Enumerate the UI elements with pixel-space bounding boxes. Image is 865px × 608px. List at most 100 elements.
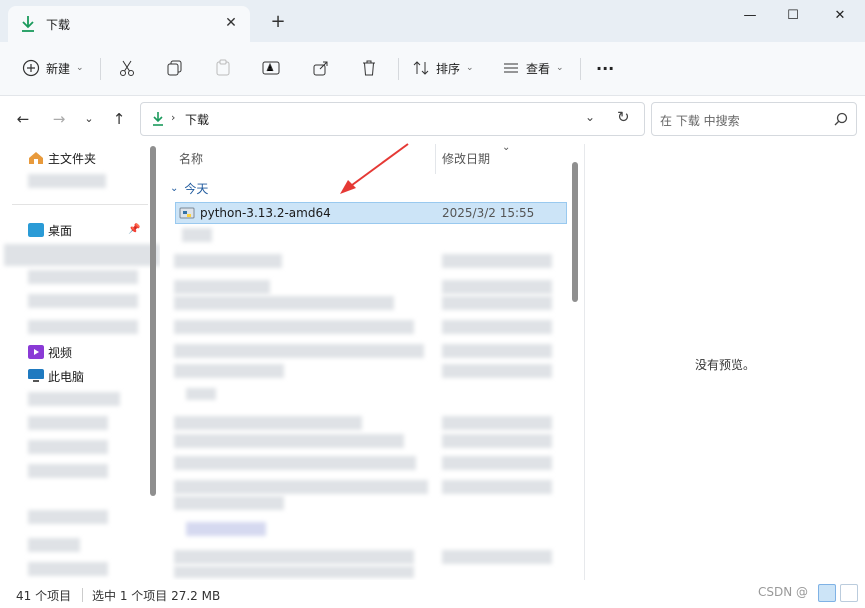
item-count: 41 个项目 (16, 589, 72, 603)
up-button[interactable]: ↑ (108, 108, 130, 130)
sidebar-item-home[interactable]: 主文件夹 (28, 148, 96, 168)
chevron-down-icon[interactable]: ⌄ (585, 110, 595, 124)
tab-title: 下载 (46, 18, 71, 32)
navigation-bar: ← → ⌄ ↑ › 下载 ⌄ ↻ 在 下载 中搜索 (0, 96, 865, 144)
no-preview-text: 没有预览。 (695, 358, 756, 372)
divider (82, 588, 83, 602)
redacted-item (28, 416, 108, 430)
redacted-row (442, 416, 552, 430)
title-bar: 下载 ✕ + — ☐ ✕ (0, 0, 865, 42)
installer-icon (179, 207, 195, 219)
group-label: 今天 (184, 182, 209, 196)
close-tab-icon[interactable]: ✕ (222, 14, 240, 32)
copy-icon (167, 60, 182, 76)
copy-button[interactable] (166, 56, 184, 80)
redacted-item (28, 270, 138, 284)
sidebar-item-label: 桌面 (48, 223, 73, 238)
pc-icon (28, 369, 44, 382)
redacted-row (174, 496, 284, 510)
sidebar-item-desktop[interactable]: 桌面 (28, 220, 72, 240)
list-icon (504, 63, 518, 73)
file-name: python-3.13.2-amd64 (200, 206, 331, 220)
tab-downloads[interactable]: 下载 ✕ (8, 6, 250, 42)
back-button[interactable]: ← (12, 108, 34, 130)
divider (398, 58, 399, 80)
address-bar[interactable]: › 下载 ⌄ ↻ (140, 102, 645, 136)
sort-label: 排序 (436, 61, 461, 76)
redacted-row (174, 456, 416, 470)
search-input[interactable]: 在 下载 中搜索 (660, 112, 740, 129)
trash-icon (363, 60, 375, 76)
redacted-row (442, 254, 552, 268)
redacted-item (28, 464, 108, 478)
redacted-row (174, 480, 428, 494)
redacted-item (28, 294, 138, 308)
share-button[interactable] (312, 56, 330, 80)
redacted-row (174, 344, 424, 358)
cut-button[interactable] (118, 56, 136, 80)
redacted-row (442, 344, 552, 358)
view-label: 查看 (526, 61, 551, 76)
sort-button[interactable]: 排序 ⌄ (412, 56, 474, 80)
redacted-item (28, 392, 120, 406)
refresh-icon[interactable]: ↻ (617, 108, 630, 126)
forward-button[interactable]: → (48, 108, 70, 130)
video-icon (28, 345, 44, 359)
redacted-row (442, 480, 552, 494)
selection-info: 选中 1 个项目 27.2 MB (92, 589, 221, 603)
sidebar-item-this-pc[interactable]: 此电脑 (28, 366, 84, 386)
new-button[interactable]: 新建 ⌄ (22, 56, 84, 80)
new-tab-button[interactable]: + (268, 12, 288, 32)
chevron-down-icon: ⌄ (76, 63, 84, 73)
details-view-button[interactable] (818, 584, 836, 602)
column-divider[interactable] (435, 144, 436, 174)
group-header-today[interactable]: ⌄ 今天 (170, 180, 208, 197)
column-header-name[interactable]: 名称 (179, 150, 203, 170)
redacted-item (4, 244, 160, 266)
redacted-row (174, 416, 362, 430)
paste-icon (216, 59, 230, 76)
redacted-row (186, 388, 216, 400)
divider (100, 58, 101, 80)
sidebar-item-label: 视频 (48, 345, 73, 360)
plus-circle-icon (22, 59, 40, 77)
redacted-row (442, 280, 552, 294)
redacted-row (186, 522, 266, 536)
scissors-icon (120, 60, 134, 76)
minimize-button[interactable]: — (738, 6, 762, 26)
redacted-item (28, 320, 138, 334)
redacted-row (174, 280, 270, 294)
maximize-button[interactable]: ☐ (781, 6, 805, 26)
chevron-down-icon: ⌄ (466, 63, 474, 73)
desktop-icon (28, 223, 44, 237)
sort-icon (413, 61, 429, 75)
preview-pane: 没有预览。 (584, 144, 865, 580)
new-label: 新建 (46, 61, 71, 76)
table-row-selected[interactable]: python-3.13.2-amd64 2025/3/2 15:55 (175, 202, 567, 224)
redacted-row (174, 550, 414, 564)
redacted-row (174, 434, 404, 448)
recent-locations-button[interactable]: ⌄ (78, 108, 100, 130)
rename-button[interactable] (262, 56, 280, 80)
tiles-view-button[interactable] (840, 584, 858, 602)
sidebar-item-videos[interactable]: 视频 (28, 342, 72, 362)
search-box[interactable]: 在 下载 中搜索 (651, 102, 857, 136)
download-icon (22, 16, 34, 32)
file-list: 名称 修改日期 ⌄ ⌄ 今天 python-3.13.2-amd64 2025/… (162, 144, 584, 580)
sidebar-item-label: 主文件夹 (48, 151, 97, 166)
redacted-row (442, 320, 552, 334)
view-button[interactable]: 查看 ⌄ (502, 56, 564, 80)
file-date: 2025/3/2 15:55 (442, 206, 535, 220)
delete-button[interactable] (360, 56, 378, 80)
status-bar: 41 个项目 选中 1 个项目 27.2 MB CSDN @ (0, 580, 865, 608)
paste-button[interactable] (214, 56, 232, 80)
divider (12, 204, 148, 205)
redacted-row (174, 364, 284, 378)
sidebar-scrollbar[interactable] (150, 146, 156, 496)
file-list-scrollbar[interactable] (572, 162, 578, 302)
more-options-button[interactable]: ··· (596, 56, 614, 80)
column-header-date[interactable]: 修改日期 (442, 150, 490, 170)
command-bar: 新建 ⌄ 排序 ⌄ 查看 ⌄ ··· (0, 42, 865, 96)
close-window-button[interactable]: ✕ (828, 6, 852, 26)
breadcrumb[interactable]: 下载 (185, 111, 209, 128)
